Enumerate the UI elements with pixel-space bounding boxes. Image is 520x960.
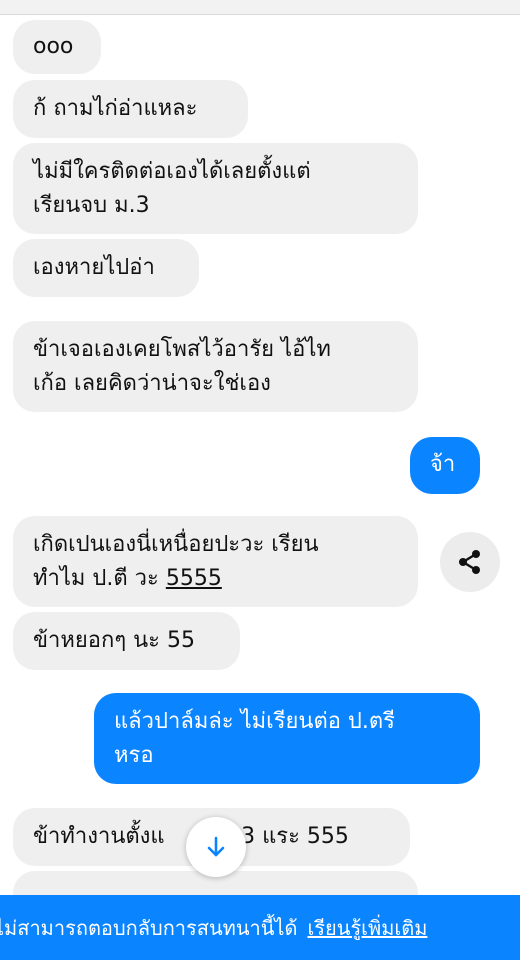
message-incoming[interactable]: เองหายไปอ่า: [13, 239, 199, 297]
share-button[interactable]: [440, 532, 500, 592]
message-incoming[interactable]: เกิดเปนเองนี่เหนื่อยปะวะ เรียน ทำไม ป.ตี…: [13, 516, 418, 607]
message-line: เกิดเปนเองนี่เหนื่อยปะวะ เรียน: [33, 532, 319, 557]
message-outgoing[interactable]: จ้า: [410, 437, 480, 494]
banner-text: ไม่สามารถตอบกลับการสนทนานี้ได้: [0, 915, 298, 940]
message-line: เรียนจบ ม.3: [33, 193, 150, 218]
message-line: แล้วปาล์มล่ะ ไม่เรียนต่อ ป.ตรี: [114, 709, 395, 734]
message-line: ข้าเจอเองเคยโพสไว้อารัย ไอ้ไท: [33, 337, 331, 362]
top-edge: [0, 0, 520, 15]
scroll-to-bottom-button[interactable]: [186, 817, 246, 877]
message-incoming[interactable]: ooo: [13, 20, 101, 74]
message-incoming[interactable]: ข้าเจอเองเคยโพสไว้อารัย ไอ้ไท เก้อ เลยคิ…: [13, 321, 418, 412]
message-outgoing[interactable]: แล้วปาล์มล่ะ ไม่เรียนต่อ ป.ตรี หรอ: [94, 693, 480, 784]
message-line: ไม่มีใครติดต่อเองได้เลยตั้งแต่: [33, 159, 311, 184]
message-text: ข้าทำงานตั้งแ: [33, 824, 165, 849]
message-line: เก้อ เลยคิดว่าน่าจะใช่เอง: [33, 371, 271, 396]
message-line: หรอ: [114, 743, 154, 768]
message-incoming[interactable]: ข้าหยอกๆ นะ 55: [13, 612, 240, 670]
message-line: ทำไม ป.ตี วะ 5555: [33, 562, 398, 596]
number-link[interactable]: 5555: [166, 566, 222, 591]
arrow-down-icon: [207, 836, 225, 857]
message-incoming[interactable]: ก้ ถามไก่อ่าแหละ: [13, 80, 248, 138]
share-icon: [459, 550, 480, 574]
message-text: ทำไม ป.ตี วะ: [33, 566, 166, 591]
reply-disabled-banner: ไม่สามารถตอบกลับการสนทนานี้ได้ เรียนรู้เ…: [0, 895, 520, 960]
learn-more-link[interactable]: เรียนรู้เพิ่มเติม: [307, 912, 427, 944]
message-incoming[interactable]: ไม่มีใครติดต่อเองได้เลยตั้งแต่ เรียนจบ ม…: [13, 143, 418, 234]
